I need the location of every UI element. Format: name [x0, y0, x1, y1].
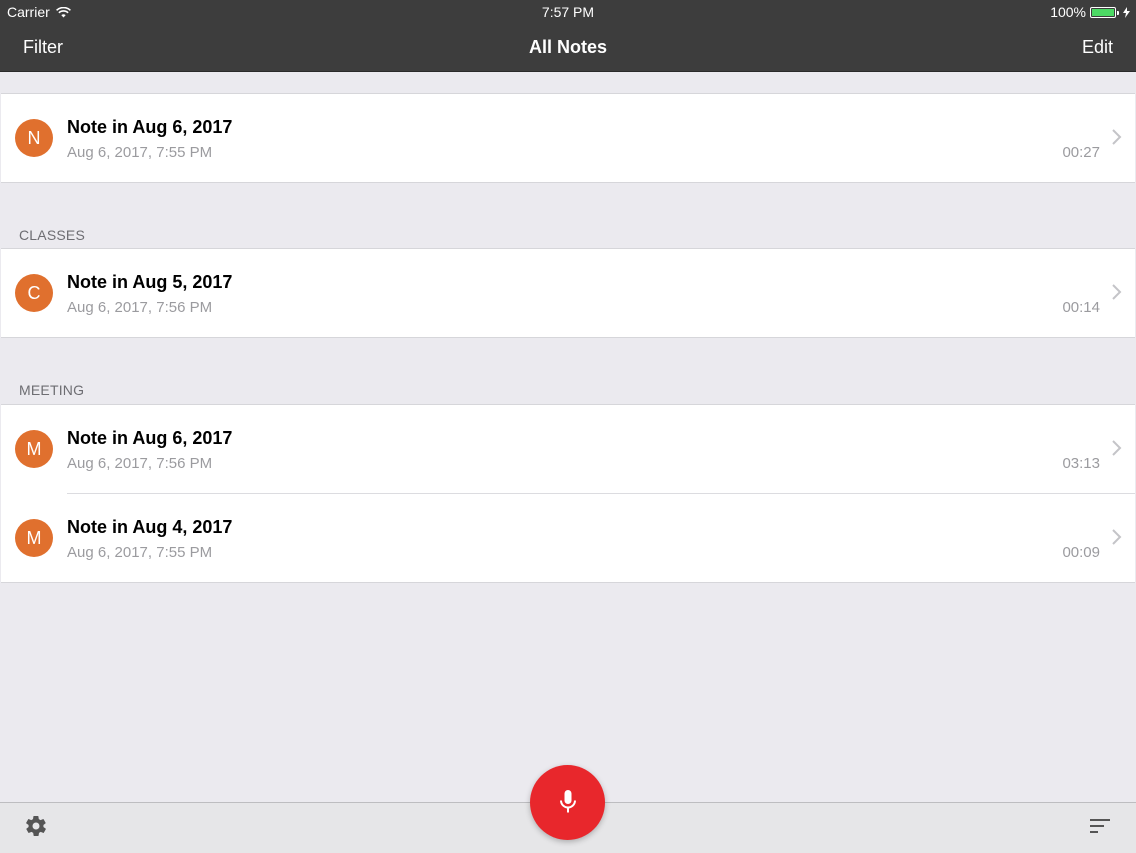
note-duration: 00:14: [1062, 299, 1100, 316]
note-title: Note in Aug 5, 2017: [67, 272, 233, 292]
note-date: Aug 6, 2017, 7:55 PM: [67, 144, 213, 161]
note-date: Aug 6, 2017, 7:56 PM: [67, 455, 213, 472]
notes-group-meeting: M Note in Aug 6, 2017 Aug 6, 2017, 7:56 …: [1, 404, 1135, 583]
note-title: Note in Aug 6, 2017: [67, 117, 233, 137]
avatar: M: [15, 430, 53, 468]
list-item[interactable]: N Note in Aug 6, 2017 Aug 6, 2017, 7:55 …: [1, 94, 1135, 182]
note-date: Aug 6, 2017, 7:55 PM: [67, 544, 213, 561]
avatar: C: [15, 274, 53, 312]
notes-group-uncategorized: N Note in Aug 6, 2017 Aug 6, 2017, 7:55 …: [1, 93, 1135, 183]
note-duration: 00:09: [1062, 544, 1100, 561]
chevron-right-icon: [1112, 284, 1122, 300]
page-title: All Notes: [528, 37, 607, 57]
sort-icon[interactable]: [1088, 816, 1112, 836]
list-item[interactable]: M Note in Aug 6, 2017 Aug 6, 2017, 7:56 …: [1, 405, 1135, 493]
note-duration: 03:13: [1062, 455, 1100, 472]
note-title: Note in Aug 6, 2017: [67, 428, 233, 448]
chevron-right-icon: [1112, 529, 1122, 545]
note-title: Note in Aug 4, 2017: [67, 517, 233, 537]
list-item[interactable]: C Note in Aug 5, 2017 Aug 6, 2017, 7:56 …: [1, 249, 1135, 337]
navigation-bar: Filter All Notes Edit: [0, 24, 1136, 72]
status-bar: Carrier 7:57 PM 100%: [0, 0, 1136, 24]
chevron-right-icon: [1112, 129, 1122, 145]
status-time: 7:57 PM: [541, 4, 595, 20]
note-duration: 00:27: [1062, 144, 1100, 161]
notes-group-classes: C Note in Aug 5, 2017 Aug 6, 2017, 7:56 …: [1, 248, 1135, 338]
section-header-meeting: MEETING: [19, 382, 85, 398]
avatar: M: [15, 519, 53, 557]
list-item[interactable]: M Note in Aug 4, 2017 Aug 6, 2017, 7:55 …: [1, 493, 1135, 582]
microphone-icon: [560, 790, 576, 813]
charging-bolt-icon: [1123, 6, 1130, 18]
chevron-right-icon: [1112, 440, 1122, 456]
note-date: Aug 6, 2017, 7:56 PM: [67, 299, 213, 316]
filter-button[interactable]: Filter: [23, 37, 63, 58]
avatar: N: [15, 119, 53, 157]
battery-percent: 100%: [1050, 4, 1086, 20]
edit-button[interactable]: Edit: [1082, 37, 1113, 58]
battery-icon: [1090, 6, 1119, 18]
record-button[interactable]: [530, 765, 605, 840]
gear-icon[interactable]: [24, 814, 48, 838]
status-right: 100%: [1050, 4, 1130, 20]
section-header-classes: CLASSES: [19, 227, 85, 243]
